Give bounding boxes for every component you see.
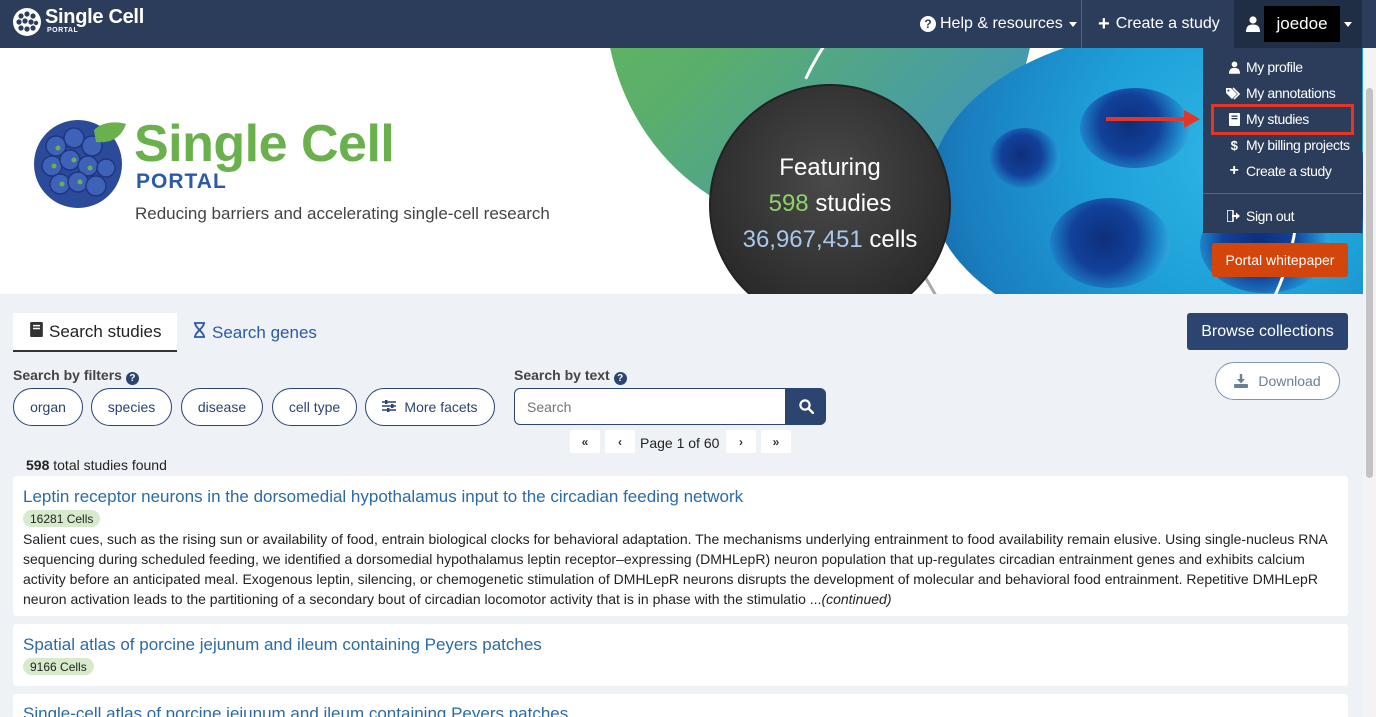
cell-count-badge: 9166 Cells <box>23 658 94 675</box>
study-result-card: Single-cell atlas of porcine jejunum and… <box>13 694 1348 717</box>
question-circle-icon: ? <box>920 16 936 32</box>
hero-banner: Featuring 598 studies 36,967,451 cells S… <box>0 48 1363 294</box>
hourglass-icon <box>193 322 206 343</box>
dollar-icon: $ <box>1230 137 1238 153</box>
plus-icon: + <box>1229 162 1239 179</box>
search-submit-button[interactable] <box>786 388 826 425</box>
study-result-card: Leptin receptor neurons in the dorsomedi… <box>13 476 1348 616</box>
sliders-icon <box>382 399 397 415</box>
portal-whitepaper-button[interactable]: Portal whitepaper <box>1212 243 1348 277</box>
brand-logo-icon <box>13 8 41 36</box>
hero-title: Single Cell <box>134 115 395 173</box>
last-page-button[interactable]: » <box>761 430 791 453</box>
create-study-link[interactable]: + Create a study <box>1098 0 1220 48</box>
featuring-label: Featuring <box>779 154 881 181</box>
caret-down-icon <box>1068 21 1077 27</box>
download-label: Download <box>1258 373 1321 389</box>
question-circle-icon[interactable]: ? <box>613 372 627 385</box>
menu-item-my-billing-projects[interactable]: $ My billing projects <box>1203 134 1362 156</box>
page-indicator: Page 1 of 60 <box>640 435 720 451</box>
menu-item-label: My annotations <box>1246 85 1336 101</box>
download-button[interactable]: Download <box>1215 362 1340 400</box>
brand-link[interactable]: Single Cell PORTAL <box>12 7 144 37</box>
double-chevron-right-icon: » <box>772 434 780 449</box>
plus-icon: + <box>1098 12 1110 35</box>
page-scrollbar[interactable] <box>1363 48 1376 717</box>
continued-link[interactable]: (continued) <box>821 591 891 607</box>
study-title-link[interactable]: Single-cell atlas of porcine jejunum and… <box>23 704 568 717</box>
studies-count: 598 <box>768 190 809 217</box>
annotation-arrow-icon <box>1106 110 1200 128</box>
menu-divider <box>1203 193 1362 194</box>
search-by-text-label: Search by text? <box>514 367 627 385</box>
hero-portal-label: PORTAL <box>136 170 227 193</box>
caret-down-icon <box>1344 22 1352 27</box>
facet-cell-type-button[interactable]: cell type <box>272 388 357 426</box>
user-icon <box>1225 61 1243 74</box>
user-menu-toggle[interactable]: joedoe <box>1234 0 1362 48</box>
portal-logo-icon <box>34 120 126 208</box>
study-title-link[interactable]: Leptin receptor neurons in the dorsomedi… <box>23 487 743 507</box>
studies-stat: 598 studies <box>711 190 949 218</box>
tab-search-genes[interactable]: Search genes <box>193 313 317 352</box>
question-circle-icon[interactable]: ? <box>125 372 139 385</box>
tab-label: Search genes <box>212 322 317 342</box>
nav-divider <box>1081 0 1082 48</box>
tab-search-studies[interactable]: Search studies <box>13 313 177 352</box>
menu-item-label: My billing projects <box>1246 137 1350 153</box>
scrollbar-thumb[interactable] <box>1366 88 1373 478</box>
search-input[interactable] <box>514 388 786 425</box>
menu-item-my-profile[interactable]: My profile <box>1203 56 1362 78</box>
brand-subtitle: PORTAL <box>47 27 79 34</box>
hero-tagline: Reducing barriers and accelerating singl… <box>135 204 550 223</box>
brand-title: Single Cell <box>45 6 144 28</box>
menu-item-sign-out[interactable]: Sign out <box>1203 205 1362 227</box>
search-by-filters-label: Search by filters? <box>13 367 139 385</box>
navbar: Single Cell PORTAL ? Help & resources + … <box>0 0 1376 48</box>
menu-item-create-study[interactable]: + Create a study <box>1203 160 1362 182</box>
user-icon <box>1246 16 1260 32</box>
browse-collections-button[interactable]: Browse collections <box>1187 313 1348 350</box>
create-study-label: Create a study <box>1115 15 1220 32</box>
menu-item-label: Create a study <box>1246 163 1332 179</box>
study-title-link[interactable]: Spatial atlas of porcine jejunum and ile… <box>23 635 542 655</box>
username: joedoe <box>1264 6 1340 42</box>
book-icon <box>30 321 43 342</box>
help-resources-menu[interactable]: ? Help & resources <box>920 0 1077 48</box>
studies-label: studies <box>815 190 892 217</box>
total-count: 598 <box>26 457 50 473</box>
my-studies-highlight-box <box>1211 104 1354 135</box>
menu-item-label: My profile <box>1246 59 1303 75</box>
menu-item-my-annotations[interactable]: My annotations <box>1203 82 1362 104</box>
study-result-card: Spatial atlas of porcine jejunum and ile… <box>13 624 1348 686</box>
sign-out-icon <box>1225 210 1243 222</box>
menu-item-label: Sign out <box>1246 208 1295 224</box>
study-description: Salient cues, such as the rising sun or … <box>23 531 1327 607</box>
cells-count: 36,967,451 <box>742 226 863 253</box>
facet-organ-button[interactable]: organ <box>13 388 83 426</box>
tab-label: Search studies <box>49 321 162 341</box>
search-icon <box>798 399 814 414</box>
cells-label: cells <box>869 226 918 253</box>
facet-species-button[interactable]: species <box>91 388 172 426</box>
next-page-button[interactable]: › <box>726 430 756 453</box>
tags-icon <box>1225 86 1243 100</box>
chevron-left-icon: ‹ <box>618 434 622 449</box>
more-facets-button[interactable]: More facets <box>365 388 495 426</box>
help-resources-label: Help & resources <box>940 15 1063 32</box>
double-chevron-left-icon: « <box>581 434 589 449</box>
download-icon <box>1234 374 1249 388</box>
cells-stat: 36,967,451 cells <box>711 226 949 254</box>
total-studies-found: 598 total studies found <box>26 457 167 473</box>
more-facets-label: More facets <box>404 399 478 415</box>
chevron-right-icon: › <box>739 434 743 449</box>
previous-page-button[interactable]: ‹ <box>605 430 635 453</box>
user-dropdown-menu: My profile My annotations My studies $ M… <box>1203 48 1362 233</box>
total-label: total studies found <box>53 457 167 473</box>
facet-disease-button[interactable]: disease <box>181 388 263 426</box>
first-page-button[interactable]: « <box>570 430 600 453</box>
cell-count-badge: 16281 Cells <box>23 510 101 527</box>
